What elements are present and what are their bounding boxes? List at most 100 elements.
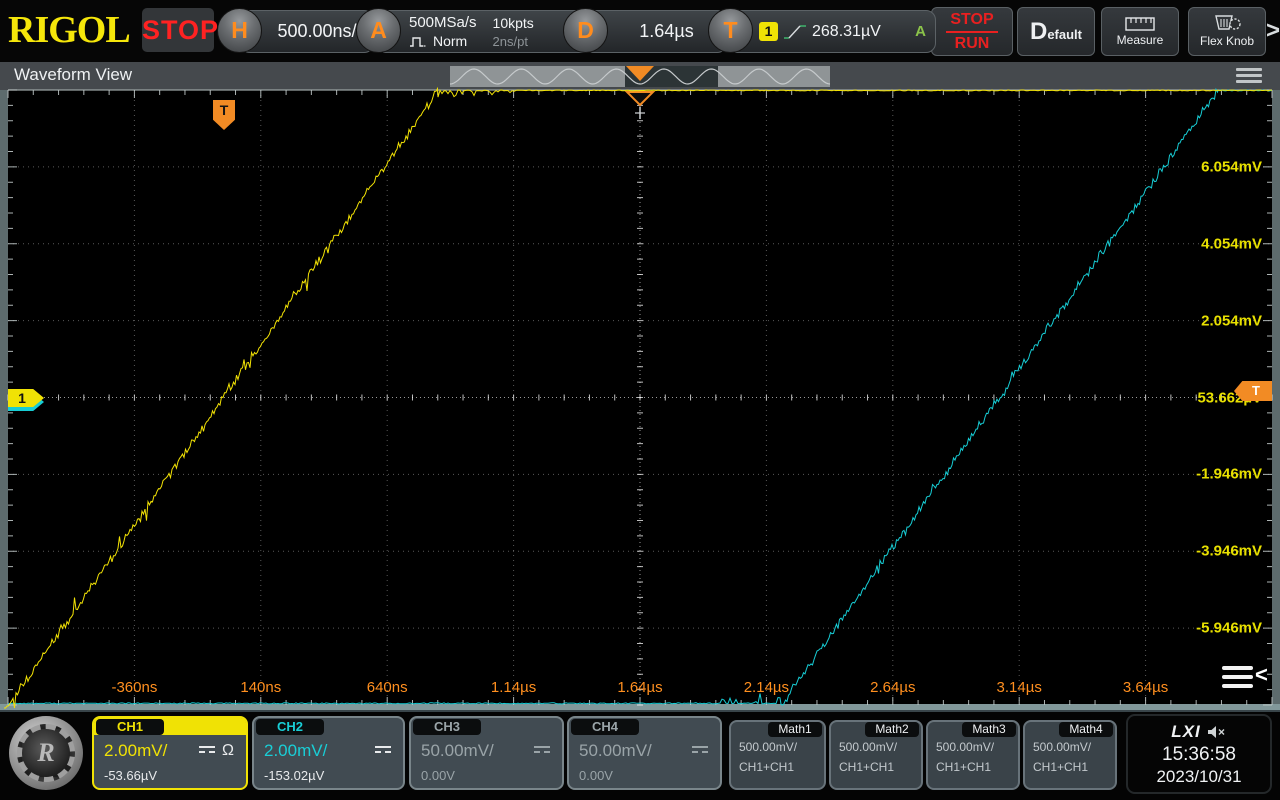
oscilloscope-screen: RIGOL STOP H 500.00ns/ A 500MSa/s Norm 1… xyxy=(0,0,1280,800)
time-axis-label: 2.64µs xyxy=(870,679,915,696)
math4-scale: 500.00mV/ xyxy=(1025,738,1115,754)
default-button[interactable]: D efault xyxy=(1017,7,1095,56)
run-label: RUN xyxy=(955,35,990,53)
acquisition-knob[interactable]: A xyxy=(356,8,401,53)
trigger-slope-icon xyxy=(783,22,807,42)
flex-knob-button[interactable]: Flex Knob xyxy=(1188,7,1266,56)
default-label-initial: D xyxy=(1030,18,1047,46)
math-box-math3[interactable]: Math3 500.00mV/ CH1+CH1 xyxy=(926,720,1020,790)
acquisition-button[interactable]: 500MSa/s Norm 10kpts 2ns/pt xyxy=(376,10,594,53)
speaker-muted-icon xyxy=(1207,725,1227,739)
flex-knob-icon xyxy=(1212,15,1242,32)
trigger-sweep-mode: A xyxy=(915,23,926,40)
ch2-trace xyxy=(8,89,1272,705)
ch3-coupling-icon xyxy=(534,746,550,757)
delay-value: 1.64µs xyxy=(639,21,693,42)
display-menu-icon[interactable]: < xyxy=(1222,664,1272,694)
trigger-level-value: 268.31µV xyxy=(812,23,881,41)
ruler-icon xyxy=(1125,17,1155,31)
voltage-axis-label: -1.946mV xyxy=(1196,466,1262,483)
ch4-scale: 50.00mV/ xyxy=(579,741,652,761)
horizontal-knob[interactable]: H xyxy=(217,8,262,53)
acquire-mode: Norm xyxy=(433,33,467,49)
math4-expression: CH1+CH1 xyxy=(1025,754,1115,774)
flex-knob-label: Flex Knob xyxy=(1200,34,1254,48)
graticule-bottom-border xyxy=(0,704,1280,712)
trigger-position-flag[interactable]: T xyxy=(213,100,235,130)
stop-run-button[interactable]: STOP RUN xyxy=(931,7,1013,56)
ch3-offset: 0.00V xyxy=(411,761,562,783)
run-status-badge[interactable]: STOP xyxy=(142,8,214,52)
channel-box-ch2[interactable]: CH2 2.00mV/ -153.02µV xyxy=(252,716,405,790)
ch3-tab: CH3 xyxy=(413,719,481,735)
ch1-coupling-icon xyxy=(199,746,215,757)
graticule-right-border xyxy=(1272,90,1280,705)
stop-label: STOP xyxy=(950,11,993,29)
top-bar: RIGOL STOP H 500.00ns/ A 500MSa/s Norm 1… xyxy=(0,0,1280,62)
ch1-offset: -53.66µV xyxy=(94,761,246,783)
math1-tab: Math1 xyxy=(768,722,822,737)
time-axis-label: 2.14µs xyxy=(744,679,789,696)
math3-tab: Math3 xyxy=(962,722,1016,737)
default-label-rest: efault xyxy=(1047,27,1082,42)
trigger-knob[interactable]: T xyxy=(708,8,753,53)
ch4-tab: CH4 xyxy=(571,719,639,735)
waveform-view-header: Waveform View xyxy=(0,62,1280,90)
ch4-coupling-icon xyxy=(692,746,708,757)
delay-knob[interactable]: D xyxy=(563,8,608,53)
math-box-math2[interactable]: Math2 500.00mV/ CH1+CH1 xyxy=(829,720,923,790)
time-axis-label: 3.64µs xyxy=(1123,679,1168,696)
math3-scale: 500.00mV/ xyxy=(928,738,1018,754)
voltage-axis-label: 4.054mV xyxy=(1201,235,1262,252)
waveform-view-title: Waveform View xyxy=(14,65,132,85)
ch4-offset: 0.00V xyxy=(569,761,720,783)
ch3-scale: 50.00mV/ xyxy=(421,741,494,761)
lxi-logo: LXI xyxy=(1171,722,1200,742)
status-clock-box[interactable]: LXI 15:36:58 2023/10/31 xyxy=(1126,714,1272,794)
trigger-button[interactable]: 1 268.31µV A xyxy=(728,10,936,53)
math2-scale: 500.00mV/ xyxy=(831,738,921,754)
time-axis-label: 3.14µs xyxy=(997,679,1042,696)
math3-expression: CH1+CH1 xyxy=(928,754,1018,774)
measure-label: Measure xyxy=(1117,33,1164,47)
math4-tab: Math4 xyxy=(1059,722,1113,737)
delay-position-triangle-icon[interactable] xyxy=(627,92,653,105)
math2-expression: CH1+CH1 xyxy=(831,754,921,774)
graticule-left-border xyxy=(0,90,8,705)
ch1-trace xyxy=(4,89,1272,709)
measure-button[interactable]: Measure xyxy=(1101,7,1179,56)
timebase-overview-strip[interactable] xyxy=(450,66,830,87)
math2-tab: Math2 xyxy=(865,722,919,737)
trigger-source-badge: 1 xyxy=(759,22,778,41)
math1-expression: CH1+CH1 xyxy=(731,754,824,774)
sample-resolution: 2ns/pt xyxy=(493,34,534,49)
voltage-axis-label: -5.946mV xyxy=(1196,620,1262,637)
voltage-axis-label: -3.946mV xyxy=(1196,543,1262,560)
stop-run-divider xyxy=(946,31,998,33)
ch2-coupling-icon xyxy=(375,746,391,757)
channel-box-ch3[interactable]: CH3 50.00mV/ 0.00V xyxy=(409,716,564,790)
time-axis-label: -360ns xyxy=(111,679,157,696)
math1-scale: 500.00mV/ xyxy=(731,738,824,754)
voltage-axis-label: 2.054mV xyxy=(1201,312,1262,329)
horizontal-scale-value: 500.00ns/ xyxy=(277,21,356,42)
menu-collapse-chevron: < xyxy=(1255,662,1268,688)
ch2-tab: CH2 xyxy=(256,719,324,735)
ch1-impedance: Ω xyxy=(222,742,234,760)
math-box-math4[interactable]: Math4 500.00mV/ CH1+CH1 xyxy=(1023,720,1117,790)
header-menu-icon[interactable] xyxy=(1236,68,1262,86)
rigol-gear-logo[interactable]: R xyxy=(9,716,83,790)
toolbar-next-chevron[interactable]: > xyxy=(1266,17,1280,45)
time-axis-label: 1.64µs xyxy=(617,679,662,696)
channel-box-ch1[interactable]: CH1 2.00mV/ Ω -53.66µV xyxy=(92,716,248,790)
memory-depth: 10kpts xyxy=(493,15,534,31)
rigol-logo: RIGOL xyxy=(8,8,130,52)
ch2-scale: 2.00mV/ xyxy=(264,741,327,761)
math-box-math1[interactable]: Math1 500.00mV/ CH1+CH1 xyxy=(729,720,826,790)
ch1-scale: 2.00mV/ xyxy=(104,741,167,761)
channel-box-ch4[interactable]: CH4 50.00mV/ 0.00V xyxy=(567,716,722,790)
system-time: 15:36:58 xyxy=(1128,744,1270,766)
ch2-offset: -153.02µV xyxy=(254,761,403,783)
ch1-tab: CH1 xyxy=(96,719,164,735)
pulse-icon xyxy=(409,35,429,48)
